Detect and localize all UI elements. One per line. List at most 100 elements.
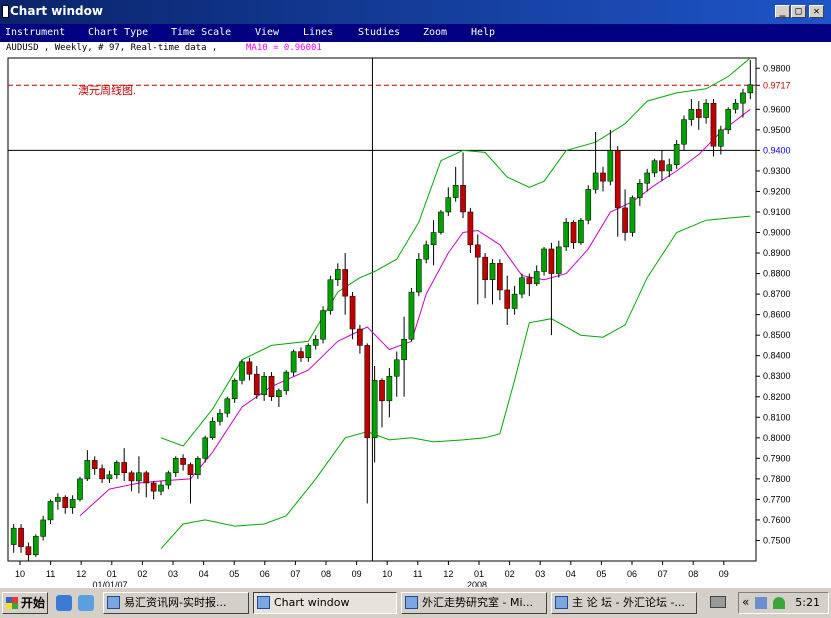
candle-body: [673, 143, 680, 166]
candle: [673, 140, 680, 169]
candle: [268, 372, 275, 401]
tray-expand-icon[interactable]: «: [742, 595, 749, 609]
menu-zoom[interactable]: Zoom: [423, 27, 447, 38]
quick-launch-icon[interactable]: [78, 595, 94, 611]
x-tick-label: 04: [199, 569, 209, 579]
menu-instrument[interactable]: Instrument: [5, 27, 65, 38]
task-item[interactable]: 易汇资讯网-实时报...: [103, 592, 249, 614]
candle-body: [740, 92, 746, 104]
y-tick-label: 0.9000: [763, 228, 791, 238]
menu-studies[interactable]: Studies: [358, 27, 400, 38]
candle-body: [497, 263, 503, 291]
window-icon: [2, 5, 9, 18]
candle-body: [636, 182, 643, 198]
candle-body: [84, 460, 91, 480]
ie-window-icon: [405, 596, 418, 609]
y-tick-label: 0.8400: [763, 351, 791, 361]
menu-time-scale[interactable]: Time Scale: [171, 27, 231, 38]
candle-body: [25, 546, 32, 556]
candle-body: [659, 160, 665, 172]
task-label: 主 论 坛 - 外汇论坛 -...: [572, 596, 685, 609]
candle-body: [718, 129, 724, 147]
chart-area[interactable]: 0.9800 0.9717 0.9600 0.9500 0.9400 0.9300 0.92…: [0, 56, 831, 590]
y-tick-label: 0.8800: [763, 269, 791, 279]
candle-body: [268, 375, 275, 398]
candle-body: [69, 499, 76, 508]
candle-body: [320, 310, 326, 340]
x-tick-label: 04: [566, 569, 576, 579]
candle-body: [121, 462, 128, 473]
y-tick-label: 0.8300: [763, 371, 791, 381]
candle: [541, 246, 547, 276]
system-tray: « 5:21: [738, 592, 829, 614]
candle-body: [40, 519, 46, 537]
candle-body: [253, 373, 260, 395]
x-tick-label: 01: [474, 569, 484, 579]
candle-body: [614, 150, 621, 209]
x-tick-label: 12: [443, 569, 453, 579]
close-button[interactable]: ✕: [809, 5, 824, 18]
candle-body: [246, 361, 253, 375]
candle-body: [467, 211, 474, 246]
x-sub-label: 01/01/07: [92, 580, 127, 587]
candle-body: [91, 460, 98, 469]
candle-body: [511, 293, 518, 309]
y-tick-label: 0.9600: [763, 104, 791, 114]
menu-help[interactable]: Help: [471, 27, 495, 38]
candle: [416, 253, 422, 297]
menu-lines[interactable]: Lines: [303, 27, 333, 38]
x-tick-label: 01: [107, 569, 117, 579]
candle-body: [150, 482, 157, 492]
candle-body: [136, 472, 142, 482]
candle-body: [32, 536, 39, 556]
candle-body: [688, 109, 695, 120]
x-tick-label: 08: [688, 569, 698, 579]
menu-view[interactable]: View: [255, 27, 279, 38]
menu-chart-type[interactable]: Chart Type: [88, 27, 148, 38]
task-label: 易汇资讯网-实时报...: [124, 596, 227, 609]
task-item[interactable]: 外汇走势研究室 - Mi...: [401, 592, 547, 614]
x-tick-label: 11: [413, 569, 422, 579]
y-tick-label: 0.7500: [763, 535, 791, 545]
candle-body: [592, 172, 599, 190]
y-tick-label: 0.7800: [763, 474, 791, 484]
task-item-active[interactable]: Chart window: [253, 592, 397, 614]
task-item[interactable]: 主 论 坛 - 外汇论坛 -...: [551, 592, 697, 614]
internet-explorer-icon[interactable]: [56, 595, 72, 611]
x-tick-label: 12: [76, 569, 86, 579]
start-button[interactable]: 开始: [2, 592, 48, 614]
x-tick-label: 07: [658, 569, 668, 579]
candle-body: [732, 102, 739, 110]
x-tick-label: 11: [46, 569, 55, 579]
candle-body: [703, 102, 709, 118]
network-icon[interactable]: [755, 597, 767, 609]
candle-body: [629, 197, 636, 233]
candle-body: [55, 497, 61, 502]
keyboard-icon[interactable]: [710, 596, 726, 608]
maximize-button[interactable]: □: [791, 5, 806, 18]
candle-body: [334, 269, 341, 280]
ie-window-icon: [107, 596, 120, 609]
candle-body: [695, 109, 702, 118]
task-label: 外汇走势研究室 - Mi...: [422, 596, 533, 609]
candle: [77, 476, 83, 502]
taskbar: 开始 易汇资讯网-实时报... Chart window 外汇走势研究室 - M…: [0, 587, 831, 618]
candle-body: [393, 359, 400, 377]
window-title: Chart window: [10, 4, 103, 18]
candle-body: [128, 472, 135, 482]
title-bar[interactable]: Chart window _ □ ✕: [0, 0, 831, 24]
minimize-button[interactable]: _: [775, 5, 790, 18]
candle-body: [47, 501, 54, 521]
candle-body: [452, 185, 459, 198]
candle: [320, 306, 326, 344]
candle: [438, 209, 444, 235]
tray-app-icon[interactable]: [773, 597, 785, 609]
candle-body: [430, 232, 437, 246]
x-tick-label: 03: [168, 569, 178, 579]
y-tick-label: 0.9400: [763, 145, 791, 155]
candle-body: [18, 527, 24, 547]
x-tick-label: 03: [535, 569, 545, 579]
x-tick-label: 08: [321, 569, 331, 579]
candlestick-chart[interactable]: 0.9800 0.9717 0.9600 0.9500 0.9400 0.9300 0.92…: [0, 56, 831, 590]
candle-body: [209, 421, 216, 439]
